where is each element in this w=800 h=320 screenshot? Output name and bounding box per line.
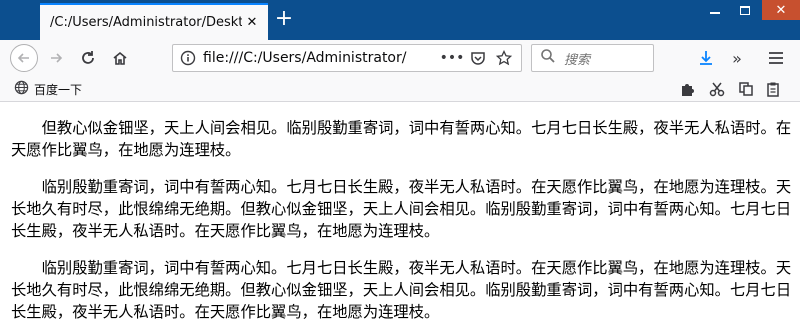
menu-icon[interactable] — [766, 48, 786, 68]
url-actions: ••• — [440, 49, 513, 67]
new-tab-icon[interactable]: + — [272, 8, 296, 32]
search-placeholder: 搜索 — [564, 52, 591, 68]
forward-icon[interactable] — [42, 44, 70, 72]
info-icon[interactable] — [173, 50, 203, 66]
navigation-toolbar: file:///C:/Users/Administrator/ ••• 搜索 » — [0, 40, 800, 76]
pocket-icon[interactable] — [469, 49, 487, 67]
bookmark-label: 百度一下 — [34, 83, 83, 97]
maximize-button[interactable] — [730, 0, 760, 20]
bookmark-baidu[interactable]: 百度一下 — [14, 80, 82, 99]
close-tab-icon[interactable]: ✕ — [244, 15, 260, 31]
close-icon: ✕ — [775, 2, 787, 18]
minimize-icon — [710, 12, 720, 14]
globe-icon — [14, 80, 29, 99]
back-icon[interactable] — [10, 44, 38, 72]
search-input[interactable]: 搜索 — [531, 44, 654, 72]
tab-title: /C:/Users/Administrator/Desktop — [50, 15, 242, 30]
url-bar[interactable]: file:///C:/Users/Administrator/ ••• — [172, 44, 522, 72]
tab-active[interactable]: /C:/Users/Administrator/Desktop ✕ — [40, 3, 268, 40]
bookmarks-toolbar: 百度一下 — [0, 76, 800, 102]
paragraph: 临别殷勤重寄词，词中有誓两心知。七月七日长生殿，夜半无人私语时。在天愿作比翼鸟，… — [11, 178, 792, 240]
extension-icon[interactable] — [678, 80, 696, 98]
paragraph: 但教心似金钿坚，天上人间会相见。临别殷勤重寄词，词中有誓两心知。七月七日长生殿，… — [11, 119, 792, 159]
cut-icon[interactable] — [708, 80, 726, 98]
download-icon[interactable] — [696, 48, 716, 68]
minimize-button[interactable] — [700, 0, 730, 20]
tab-strip: /C:/Users/Administrator/Desktop ✕ + ✕ — [0, 0, 800, 40]
url-text[interactable]: file:///C:/Users/Administrator/ — [203, 50, 435, 66]
paragraph: 临别殷勤重寄词，词中有誓两心知。七月七日长生殿，夜半无人私语时。在天愿作比翼鸟，… — [11, 259, 792, 320]
overflow-icon[interactable]: » — [727, 48, 747, 68]
maximize-icon — [740, 5, 750, 15]
search-icon — [540, 48, 556, 68]
page-content: 但教心似金钿坚，天上人间会相见。临别殷勤重寄词，词中有誓两心知。七月七日长生殿，… — [0, 103, 800, 320]
paste-icon[interactable] — [764, 80, 782, 98]
home-icon[interactable] — [106, 44, 134, 72]
bookmark-star-icon[interactable] — [495, 49, 513, 67]
close-window-button[interactable]: ✕ — [762, 0, 800, 20]
more-icon[interactable]: ••• — [440, 49, 465, 67]
copy-icon[interactable] — [737, 80, 755, 98]
reload-icon[interactable] — [74, 44, 102, 72]
